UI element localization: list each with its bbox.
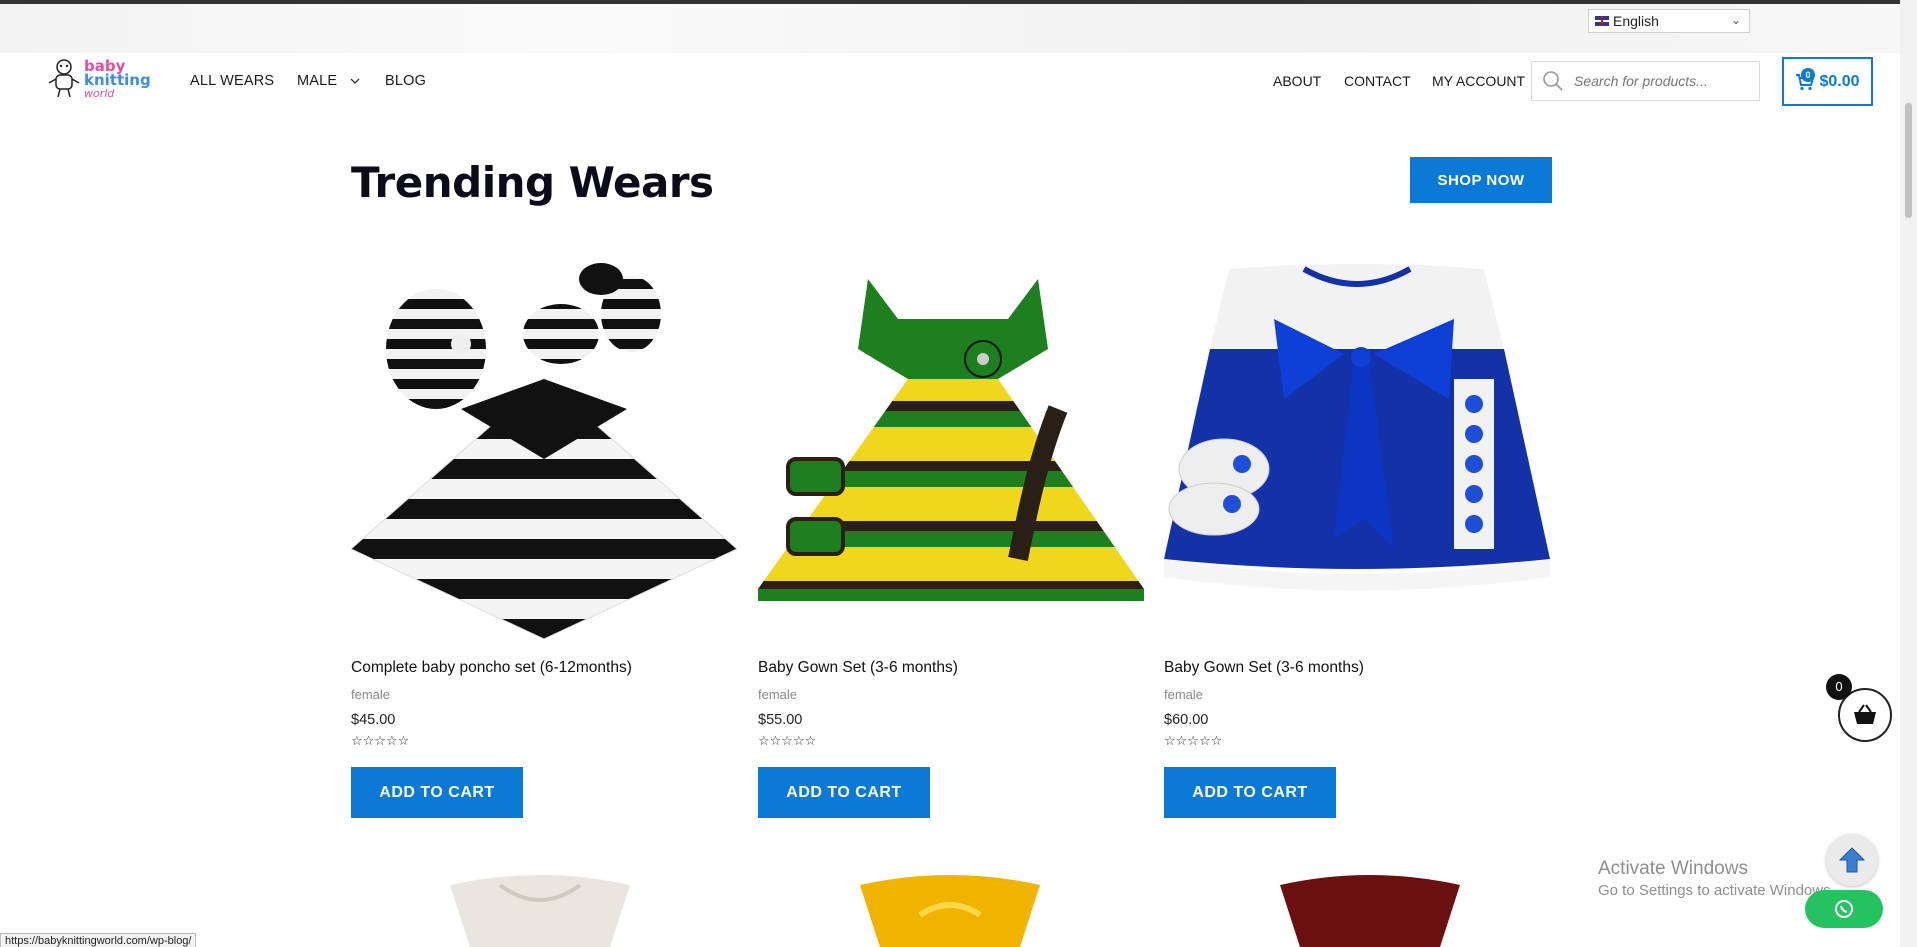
product-image-gown-blue[interactable] <box>1164 259 1550 639</box>
cart-count-badge: 0 <box>1801 68 1815 82</box>
product-price: $45.00 <box>351 712 396 728</box>
whatsapp-button[interactable] <box>1805 890 1883 928</box>
chevron-down-icon: ⌄ <box>1730 13 1741 27</box>
nav-male[interactable]: MALE <box>297 73 360 89</box>
product-search <box>1531 61 1760 101</box>
section-title: Trending Wears <box>351 158 714 207</box>
product-image-peek-white[interactable] <box>440 875 640 947</box>
watermark-line1: Activate Windows <box>1598 858 1748 879</box>
status-bar-url: https://babyknittingworld.com/wp-blog/ <box>0 933 197 947</box>
language-label: English <box>1613 13 1659 29</box>
product-image-gown-green[interactable] <box>758 259 1144 639</box>
chevron-down-icon <box>350 78 359 84</box>
product-name[interactable]: Baby Gown Set (3-6 months) <box>1164 659 1364 677</box>
product-name[interactable]: Baby Gown Set (3-6 months) <box>758 659 958 677</box>
site-logo[interactable]: baby knitting world <box>46 57 151 101</box>
star-rating-icon: ☆☆☆☆☆ <box>1164 733 1223 748</box>
search-icon[interactable] <box>1542 70 1564 92</box>
language-select[interactable]: English ⌄ <box>1588 9 1750 33</box>
search-input[interactable] <box>1572 72 1756 90</box>
cart-total: $0.00 <box>1819 72 1860 90</box>
logo-line-world: world <box>84 87 115 100</box>
product-image-peek-maroon[interactable] <box>1270 875 1470 947</box>
nav-contact[interactable]: CONTACT <box>1344 73 1411 89</box>
poncho-illustration <box>351 263 737 639</box>
logo-line-knitting: knitting <box>84 71 151 89</box>
product-price: $55.00 <box>758 712 803 728</box>
product-name[interactable]: Complete baby poncho set (6-12months) <box>351 659 632 677</box>
product-image-poncho[interactable] <box>351 259 737 639</box>
product-category[interactable]: female <box>351 687 390 702</box>
gown-green-illustration <box>758 279 1144 601</box>
page: English ⌄ baby knitting world ALL WEARS <box>0 0 1917 947</box>
yellow-garment-illustration <box>860 875 1040 947</box>
product-category[interactable]: female <box>1164 687 1203 702</box>
add-to-cart-button[interactable]: ADD TO CART <box>1164 767 1336 818</box>
nav-my-account[interactable]: MY ACCOUNT <box>1432 73 1525 89</box>
product-category[interactable]: female <box>758 687 797 702</box>
star-rating-icon: ☆☆☆☆☆ <box>758 733 817 748</box>
baby-mascot-icon <box>48 59 80 98</box>
logo-wordmark: baby knitting world <box>84 59 151 101</box>
product-card: Complete baby poncho set (6-12months) fe… <box>351 259 737 818</box>
basket-icon <box>1854 704 1876 724</box>
add-to-cart-button[interactable]: ADD TO CART <box>758 767 930 818</box>
product-card: Baby Gown Set (3-6 months) female $55.00… <box>758 259 1144 818</box>
nav-all-wears[interactable]: ALL WEARS <box>190 73 274 89</box>
arrow-up-icon <box>1838 847 1866 873</box>
product-price: $60.00 <box>1164 712 1209 728</box>
uk-flag-icon <box>1595 16 1609 26</box>
scrollbar-thumb[interactable] <box>1905 103 1912 218</box>
product-card: Baby Gown Set (3-6 months) female $60.00… <box>1164 259 1550 818</box>
gown-blue-illustration <box>1164 264 1550 591</box>
add-to-cart-button[interactable]: ADD TO CART <box>351 767 523 818</box>
nav-about[interactable]: ABOUT <box>1273 73 1321 89</box>
header-cart[interactable]: 0 $0.00 <box>1782 57 1873 106</box>
shop-now-button[interactable]: SHOP NOW <box>1410 157 1552 203</box>
product-image-peek-yellow[interactable] <box>850 875 1050 947</box>
windows-activation-watermark: Activate Windows Go to Settings to activ… <box>1598 858 1835 899</box>
nav-male-label: MALE <box>297 73 338 89</box>
maroon-garment-illustration <box>1280 875 1460 947</box>
star-rating-icon: ☆☆☆☆☆ <box>351 733 410 748</box>
white-garment-illustration <box>450 875 630 947</box>
watermark-line2: Go to Settings to activate Windows. <box>1598 882 1835 899</box>
site-header: baby knitting world ALL WEARS MALE BLOG … <box>0 53 1900 109</box>
nav-blog[interactable]: BLOG <box>385 73 426 89</box>
top-bar: English ⌄ <box>0 4 1900 53</box>
floating-cart-count: 0 <box>1826 674 1852 700</box>
whatsapp-icon <box>1835 900 1853 918</box>
